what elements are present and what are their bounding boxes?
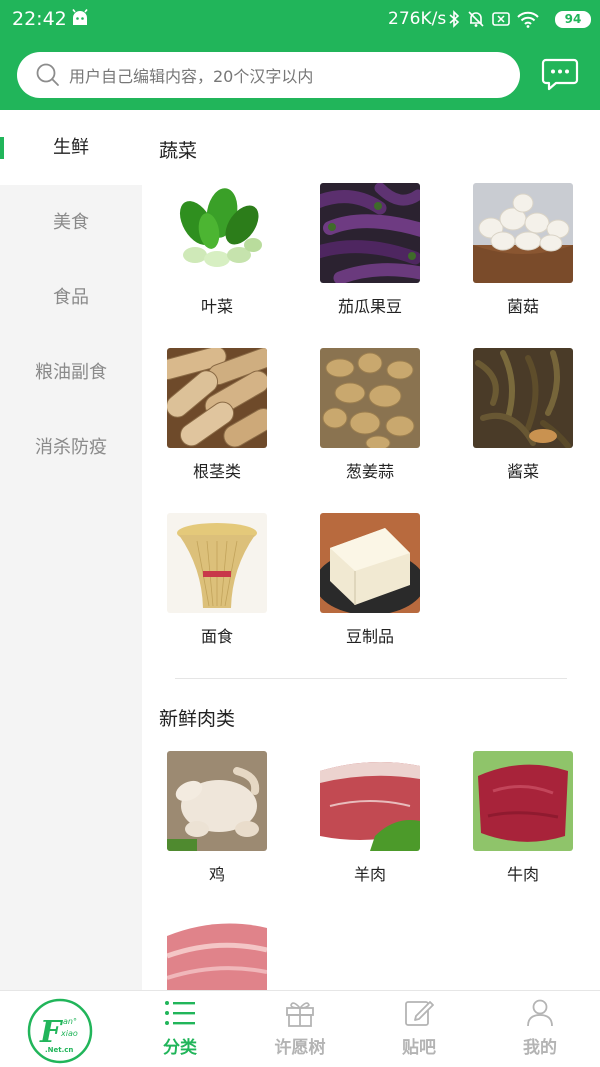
network-speed: 276K/s — [388, 9, 447, 29]
tab-forum[interactable]: 贴吧 — [374, 999, 464, 1063]
tile-label: 羊肉 — [353, 865, 386, 884]
tab-label: 分类 — [163, 1038, 197, 1058]
section-divider — [175, 678, 567, 679]
tab-profile[interactable]: 我的 — [495, 999, 585, 1063]
sidebar-item-disinfection[interactable]: 消杀防疫 — [0, 410, 142, 485]
tile-label: 豆制品 — [345, 627, 394, 646]
section-title-fresh-meat: 新鲜肉类 — [159, 708, 236, 730]
bluetooth-icon — [449, 10, 460, 28]
category-tile-tofu[interactable]: 豆制品 — [320, 513, 420, 646]
wifi-icon — [517, 11, 539, 28]
category-tile-noodles[interactable]: 面食 — [167, 513, 267, 646]
svg-text:xiao: xiao — [60, 1029, 78, 1038]
bottom-tab-bar: F an° xiao .Net.cn 分类 许愿树 贴吧 我的 — [0, 990, 600, 1067]
pork-slices-image — [167, 916, 267, 990]
list-icon — [165, 1001, 195, 1025]
section-title-vegetables: 蔬菜 — [159, 140, 198, 162]
edit-icon — [405, 1001, 434, 1026]
mushrooms-image — [473, 183, 573, 283]
tile-label: 鸡 — [208, 865, 225, 884]
mute-icon — [468, 11, 484, 27]
sidebar-item-groceries[interactable]: 食品 — [0, 260, 142, 335]
category-tile-beef[interactable]: 牛肉 — [473, 751, 573, 884]
category-tile-mutton[interactable]: 羊肉 — [320, 751, 420, 884]
category-tile-ginger[interactable]: 葱姜蒜 — [320, 348, 420, 481]
tile-label: 葱姜蒜 — [345, 462, 394, 481]
top-header: 22:42 276K/s 94 用户自己编辑内容，20个汉字以内 — [0, 0, 600, 110]
pickled-vegetables-image — [473, 348, 573, 448]
status-bar: 22:42 276K/s 94 — [0, 0, 600, 40]
category-tile-lotus-roots[interactable]: 根茎类 — [167, 348, 267, 481]
lotus-roots-image — [167, 348, 267, 448]
tab-wish-tree[interactable]: 许愿树 — [255, 999, 345, 1063]
status-icons — [448, 9, 539, 29]
tile-label: 面食 — [200, 627, 233, 646]
ginger-image — [320, 348, 420, 448]
android-icon — [72, 9, 88, 25]
tile-label: 茄瓜果豆 — [337, 297, 402, 316]
message-icon[interactable] — [540, 57, 580, 93]
sidebar-item-food[interactable]: 美食 — [0, 185, 142, 260]
svg-text:an°: an° — [63, 1017, 77, 1026]
tab-label: 许愿树 — [274, 1038, 326, 1058]
brand-logo[interactable]: F an° xiao .Net.cn — [27, 998, 93, 1064]
tab-category[interactable]: 分类 — [135, 999, 225, 1063]
tile-label: 叶菜 — [200, 297, 233, 316]
whole-chicken-image — [167, 751, 267, 851]
svg-text:.Net.cn: .Net.cn — [45, 1046, 73, 1054]
tofu-image — [320, 513, 420, 613]
tile-label: 酱菜 — [506, 462, 539, 481]
category-sidebar: 生鲜 美食 食品 粮油副食 消杀防疫 — [0, 110, 142, 990]
tab-label: 贴吧 — [402, 1038, 436, 1058]
mutton-image — [320, 751, 420, 851]
sidebar-item-grain-oil[interactable]: 粮油副食 — [0, 335, 142, 410]
category-tile-leafy-greens[interactable]: 叶菜 — [167, 183, 267, 316]
search-input[interactable]: 用户自己编辑内容，20个汉字以内 — [69, 63, 313, 87]
category-tile-mushrooms[interactable]: 菌菇 — [473, 183, 573, 316]
category-tile-eggplants[interactable]: 茄瓜果豆 — [320, 183, 420, 316]
tile-label: 根茎类 — [192, 462, 241, 481]
category-content: 蔬菜 叶菜 茄瓜果豆 菌菇 根茎类 葱姜蒜 酱菜 面食 豆制品 新鲜肉类 鸡 羊… — [142, 110, 600, 990]
tab-label: 我的 — [523, 1038, 557, 1058]
search-icon — [36, 63, 59, 86]
eggplants-image — [320, 183, 420, 283]
category-tile-pork[interactable] — [167, 916, 267, 990]
leafy-greens-image — [167, 183, 267, 283]
sim-icon — [492, 12, 510, 26]
category-tile-pickled-vegetables[interactable]: 酱菜 — [473, 348, 573, 481]
person-icon — [527, 999, 553, 1027]
tile-label: 牛肉 — [506, 865, 539, 884]
search-bar[interactable]: 用户自己编辑内容，20个汉字以内 — [17, 52, 520, 98]
sidebar-item-fresh[interactable]: 生鲜 — [0, 110, 142, 185]
tile-label: 菌菇 — [506, 297, 539, 316]
category-tile-chicken[interactable]: 鸡 — [167, 751, 267, 884]
beef-image — [473, 751, 573, 851]
noodles-image — [167, 513, 267, 613]
battery-icon: 94 — [555, 11, 591, 28]
status-time: 22:42 — [12, 8, 67, 30]
gift-icon — [286, 1002, 314, 1027]
